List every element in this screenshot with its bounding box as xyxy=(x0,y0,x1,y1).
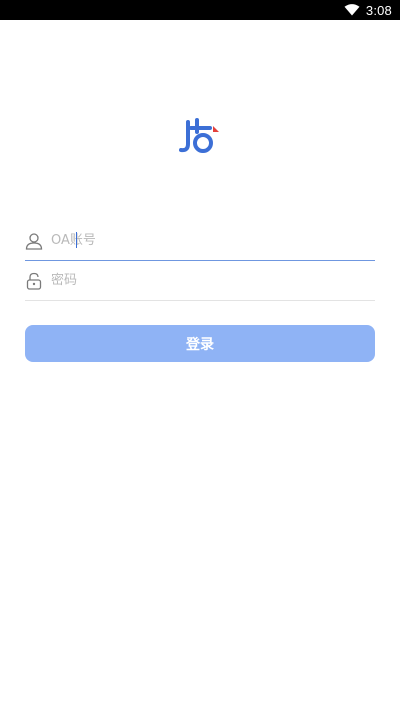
text-caret xyxy=(76,232,77,248)
password-field-row xyxy=(25,261,375,301)
status-bar: 3:08 xyxy=(0,0,400,20)
app-logo xyxy=(179,118,219,153)
password-input[interactable] xyxy=(51,265,375,296)
lock-icon xyxy=(26,272,42,290)
login-button[interactable]: 登录 xyxy=(25,325,375,362)
wifi-icon xyxy=(344,4,360,16)
status-time: 3:08 xyxy=(365,2,392,18)
account-field-row xyxy=(25,221,375,261)
account-input[interactable] xyxy=(51,225,375,256)
user-icon xyxy=(25,232,43,250)
